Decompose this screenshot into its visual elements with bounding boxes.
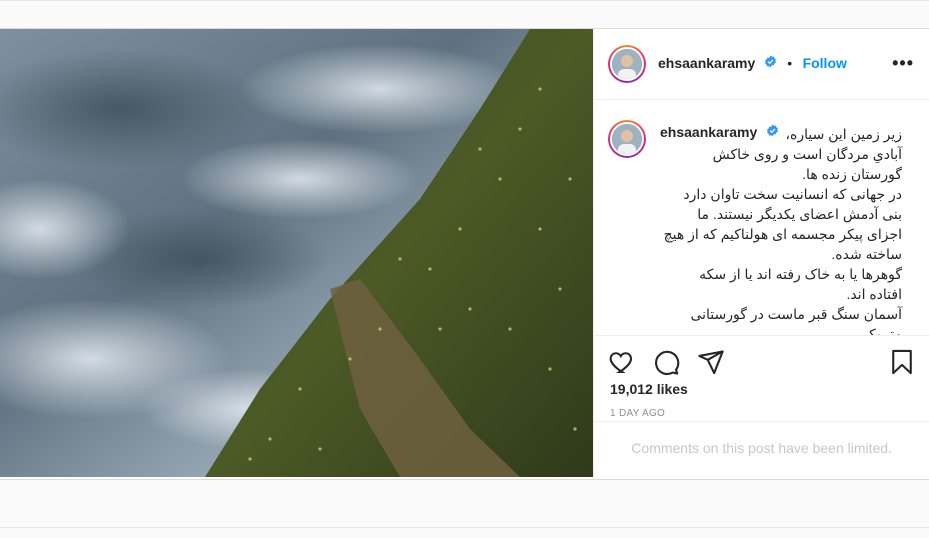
post-photo[interactable] [0, 29, 593, 477]
top-divider [0, 0, 929, 1]
caption-text: زیر زمین این سیاره، آبادیِ مردگان است و … [663, 126, 902, 335]
caption-profile-photo [612, 124, 642, 154]
separator-dot: • [787, 55, 793, 72]
landscape-image [0, 29, 593, 477]
bottom-divider [0, 527, 929, 528]
comments-limited-notice: Comments on this post have been limited. [594, 421, 929, 478]
avatar[interactable] [608, 45, 646, 83]
post-sidebar: ehsaankaramy • Follow ••• ehsaankaramy ز… [593, 29, 929, 477]
header-user-line: ehsaankaramy • Follow [658, 55, 847, 73]
bookmark-icon[interactable] [888, 348, 916, 376]
like-count[interactable]: 19,012 likes [610, 381, 688, 397]
more-options-icon[interactable]: ••• [892, 53, 914, 74]
caption-avatar[interactable] [608, 120, 646, 158]
post-card: ehsaankaramy • Follow ••• ehsaankaramy ز… [0, 28, 929, 480]
caption-area: ehsaankaramy زیر زمین این سیاره، آبادیِ … [594, 100, 929, 335]
verified-badge-icon [764, 55, 777, 73]
comment-icon[interactable] [652, 348, 680, 376]
follow-button[interactable]: Follow [803, 55, 847, 71]
post-timestamp[interactable]: 1 DAY AGO [610, 408, 665, 419]
share-icon[interactable] [697, 348, 725, 376]
heart-icon[interactable] [608, 348, 636, 376]
comments-limited-text: Comments on this post have been limited. [631, 440, 892, 456]
post-header: ehsaankaramy • Follow ••• [594, 29, 929, 100]
profile-photo [612, 49, 642, 79]
username[interactable]: ehsaankaramy [658, 55, 755, 71]
